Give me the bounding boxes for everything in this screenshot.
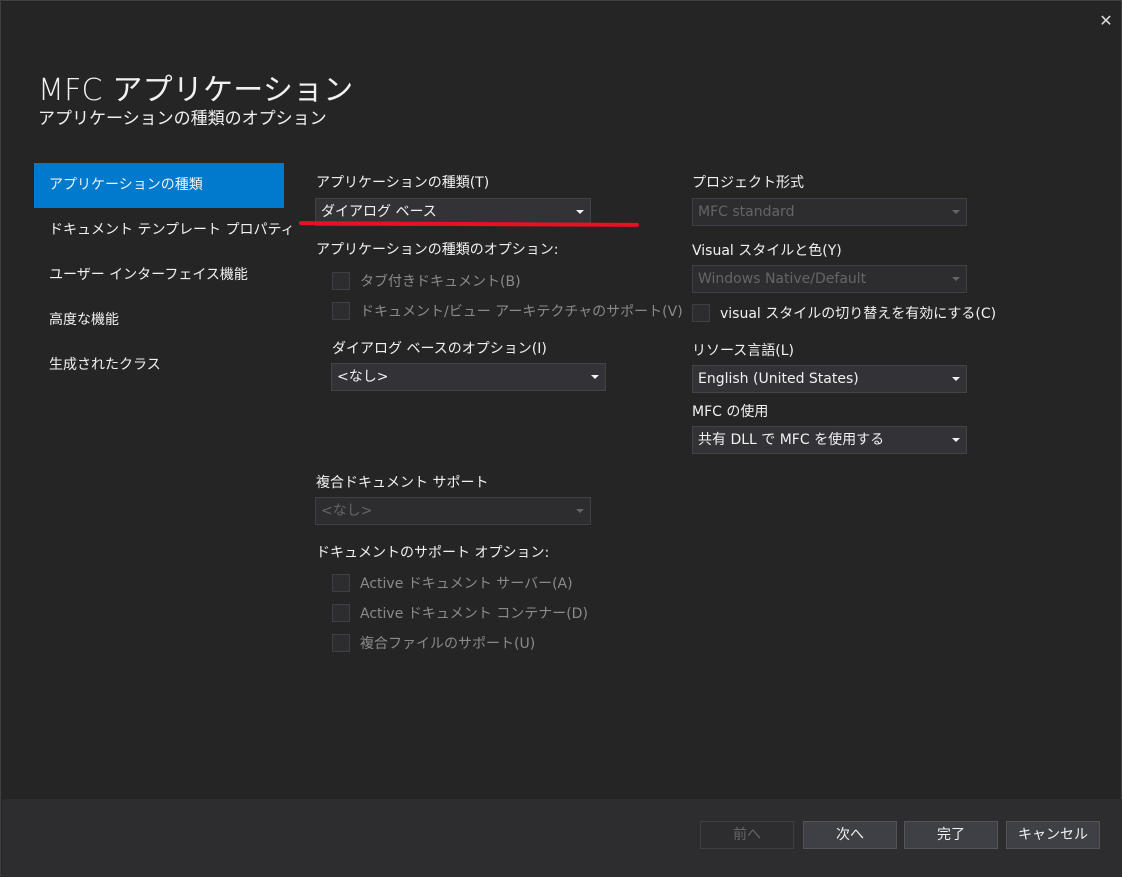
compound-doc-label: 複合ドキュメント サポート [316,475,489,491]
chevron-down-icon [952,377,960,381]
mfc-use-label: MFC の使用 [692,404,769,420]
visual-style-dropdown[interactable]: Windows Native/Default [692,265,967,293]
active-doc-container-checkbox[interactable]: Active ドキュメント コンテナー(D) [332,603,588,623]
wizard-nav: アプリケーションの種類 ドキュメント テンプレート プロパティ ユーザー インタ… [34,163,295,388]
compound-doc-dropdown[interactable]: <なし> [315,497,591,525]
mfc-use-value: 共有 DLL で MFC を使用する [698,432,885,448]
chevron-down-icon [952,277,960,281]
nav-item-user-interface-features[interactable]: ユーザー インターフェイス機能 [34,253,284,298]
page-title: MFC アプリケーション [38,73,354,108]
chevron-down-icon [952,210,960,214]
mfc-wizard-dialog: ✕ MFC アプリケーション アプリケーションの種類のオプション アプリケーショ… [0,0,1122,877]
dialog-options-label: ダイアログ ベースのオプション(I) [332,341,547,357]
visual-style-switch-checkbox[interactable]: visual スタイルの切り替えを有効にする(C) [692,303,996,323]
dialog-options-value: <なし> [337,369,389,385]
mfc-use-dropdown[interactable]: 共有 DLL で MFC を使用する [692,426,967,454]
app-type-label: アプリケーションの種類(T) [316,175,490,191]
page-subtitle: アプリケーションの種類のオプション [38,109,327,129]
cancel-button[interactable]: キャンセル [1006,821,1100,849]
checkbox-label: タブ付きドキュメント(B) [360,274,521,290]
checkbox-box [332,634,350,652]
tabbed-documents-checkbox[interactable]: タブ付きドキュメント(B) [332,271,521,291]
project-style-label: プロジェクト形式 [692,175,804,191]
project-style-dropdown[interactable]: MFC standard [692,198,967,226]
checkbox-box [332,302,350,320]
chevron-down-icon [591,375,599,379]
chevron-down-icon [576,210,584,214]
checkbox-label: Active ドキュメント サーバー(A) [360,576,573,592]
dialog-options-dropdown[interactable]: <なし> [331,363,606,391]
nav-item-advanced-features[interactable]: 高度な機能 [34,298,284,343]
next-button[interactable]: 次へ [803,821,897,849]
checkbox-box [332,574,350,592]
chevron-down-icon [576,509,584,513]
visual-style-label: Visual スタイルと色(Y) [692,243,842,259]
nav-item-document-template-properties[interactable]: ドキュメント テンプレート プロパティ [34,208,295,253]
nav-item-application-type[interactable]: アプリケーションの種類 [34,163,284,208]
resource-language-value: English (United States) [698,371,859,387]
checkbox-box [332,272,350,290]
project-style-value: MFC standard [698,204,795,220]
checkbox-box [332,604,350,622]
active-doc-server-checkbox[interactable]: Active ドキュメント サーバー(A) [332,573,573,593]
red-underline-annotation [298,221,640,227]
checkbox-label: Active ドキュメント コンテナー(D) [360,606,588,622]
checkbox-box [692,304,710,322]
chevron-down-icon [952,438,960,442]
checkbox-label: visual スタイルの切り替えを有効にする(C) [720,306,997,322]
close-icon[interactable]: ✕ [1097,12,1115,30]
doc-support-options-label: ドキュメントのサポート オプション: [316,545,550,561]
checkbox-label: ドキュメント/ビュー アーキテクチャのサポート(V) [360,304,683,320]
compound-file-support-checkbox[interactable]: 複合ファイルのサポート(U) [332,633,535,653]
app-type-options-label: アプリケーションの種類のオプション: [316,242,559,258]
finish-button[interactable]: 完了 [904,821,998,849]
resource-language-dropdown[interactable]: English (United States) [692,365,967,393]
resource-language-label: リソース言語(L) [692,343,795,359]
doc-view-architecture-checkbox[interactable]: ドキュメント/ビュー アーキテクチャのサポート(V) [332,301,683,321]
prev-button[interactable]: 前へ [700,821,794,849]
checkbox-label: 複合ファイルのサポート(U) [360,636,536,652]
compound-doc-value: <なし> [321,503,373,519]
visual-style-value: Windows Native/Default [698,271,867,287]
nav-item-generated-classes[interactable]: 生成されたクラス [34,343,284,388]
